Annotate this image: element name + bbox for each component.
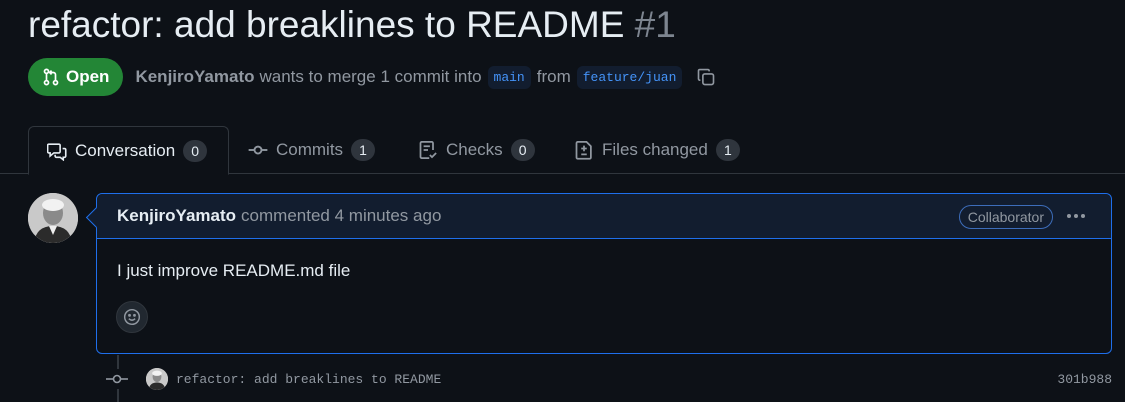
comment-author-link[interactable]: KenjiroYamato	[117, 206, 236, 226]
pr-title: refactor: add breaklines to README	[28, 4, 625, 45]
tab-label: Commits	[276, 140, 344, 159]
user-avatar-icon	[28, 193, 78, 243]
git-commit-icon	[104, 369, 130, 389]
pr-meta: Open KenjiroYamato wants to merge 1 comm…	[28, 58, 716, 96]
comment-time[interactable]: 4 minutes ago	[335, 206, 442, 226]
checklist-icon	[419, 141, 437, 159]
tab-commits[interactable]: Commits 1	[248, 126, 376, 174]
tab-label: Files changed	[602, 140, 708, 159]
pr-author-link[interactable]: KenjiroYamato	[135, 67, 254, 87]
avatar[interactable]	[28, 193, 78, 243]
status-label: Open	[66, 67, 110, 86]
comment-discussion-icon	[47, 142, 67, 161]
tab-checks[interactable]: Checks 0	[418, 126, 535, 174]
from-text: from	[536, 67, 571, 86]
timeline-commit-item: refactor: add breaklines to README 301b9…	[104, 365, 1114, 393]
file-diff-icon	[575, 141, 592, 160]
comment-body: I just improve README.md file	[117, 261, 351, 280]
comment-header: KenjiroYamato commented 4 minutes ago Co…	[97, 194, 1111, 239]
tab-files-changed[interactable]: Files changed 1	[574, 126, 740, 174]
tab-counter: 0	[510, 139, 535, 161]
add-reaction-button[interactable]	[116, 301, 148, 333]
avatar[interactable]	[146, 368, 168, 390]
smiley-icon	[123, 308, 141, 326]
merge-text: wants to merge 1 commit into	[259, 67, 482, 86]
pr-tabs: Conversation 0 Commits 1 Checks 0 Files …	[0, 126, 1125, 175]
git-pull-request-icon	[43, 68, 59, 86]
user-avatar-icon	[146, 368, 168, 390]
commit-message-link[interactable]: refactor: add breaklines to README	[176, 372, 441, 387]
status-badge: Open	[28, 58, 124, 96]
tab-counter: 1	[715, 139, 740, 161]
kebab-menu-icon[interactable]	[1063, 204, 1089, 228]
commit-sha-link[interactable]: 301b988	[1057, 372, 1114, 387]
tab-counter: 1	[351, 139, 376, 161]
page-title: refactor: add breaklines to README #1	[28, 4, 676, 46]
comment-card: KenjiroYamato commented 4 minutes ago Co…	[96, 193, 1112, 354]
pr-number: #1	[634, 4, 676, 45]
head-branch[interactable]: feature/juan	[576, 65, 683, 89]
base-branch[interactable]: main	[487, 65, 531, 89]
tab-label: Conversation	[75, 140, 176, 160]
tab-label: Checks	[446, 140, 503, 159]
role-badge: Collaborator	[958, 205, 1053, 229]
comment-action: commented	[241, 206, 330, 225]
tab-conversation[interactable]: Conversation 0	[28, 126, 229, 175]
tab-counter: 0	[183, 139, 208, 162]
copy-icon[interactable]	[696, 67, 716, 87]
git-commit-icon	[248, 145, 268, 155]
